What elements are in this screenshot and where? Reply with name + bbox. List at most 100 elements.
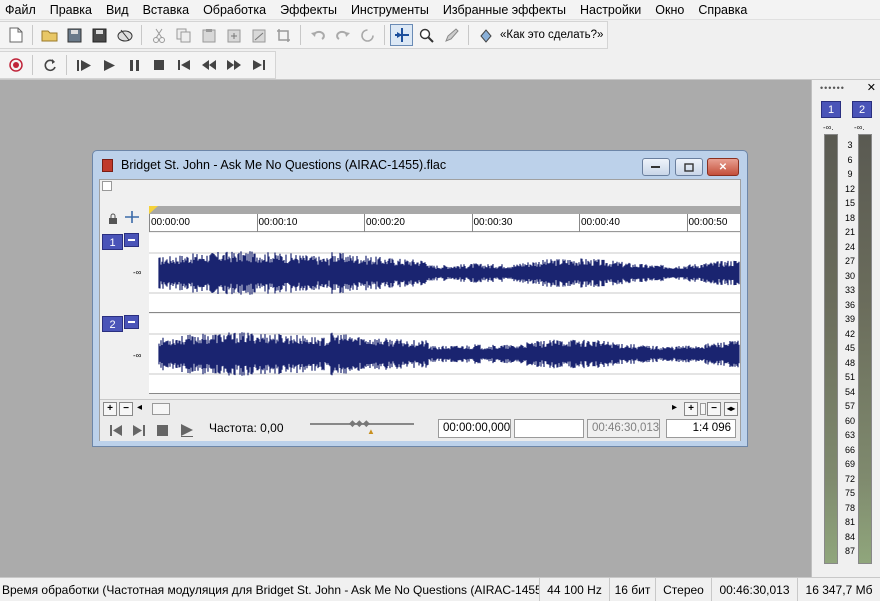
channel-1-button[interactable]: 1 (102, 234, 123, 250)
howto-link[interactable]: «Как это сделать?» (500, 29, 603, 41)
snap-icon[interactable] (124, 210, 140, 227)
time-tick-line (579, 214, 580, 232)
meter-scale-label: 3 (847, 140, 853, 150)
zoom-in-vertical-button[interactable]: + (103, 402, 117, 416)
close-window-button[interactable]: ✕ (707, 158, 739, 176)
time-ruler[interactable]: 00:00:00 00:00:10 00:00:20 00:00:30 00:00:40… (149, 214, 740, 232)
time-tick-line (364, 214, 365, 232)
overview-bar[interactable] (149, 206, 740, 214)
loop-playback-icon[interactable] (38, 54, 61, 76)
pause-icon[interactable] (122, 54, 145, 76)
meter-scale-label: 45 (844, 343, 855, 353)
go-to-start-icon[interactable] (172, 54, 195, 76)
meter-scale-label: 51 (844, 372, 855, 382)
meter-scale-label: 78 (844, 502, 855, 513)
help-howto-icon[interactable] (474, 24, 497, 46)
zoom-fit-button[interactable]: ◂▸ (724, 402, 738, 416)
menu-item[interactable]: Обработка (196, 0, 273, 20)
zoom-in-horizontal-button[interactable]: + (684, 402, 698, 416)
waveform-track-1[interactable] (149, 233, 740, 313)
scroll-right-icon[interactable]: ▸ (672, 402, 677, 413)
play-all-icon[interactable] (72, 54, 95, 76)
playback-rate-label: Частота: 0,00 (209, 421, 284, 435)
go-to-end-icon[interactable] (131, 422, 147, 438)
horizontal-scroll-thumb[interactable] (152, 403, 170, 415)
meter-scale-label: 27 (844, 256, 855, 266)
render-icon[interactable] (113, 24, 136, 46)
scroll-left-icon[interactable]: ◂ (137, 402, 142, 413)
repeat-icon[interactable] (356, 24, 379, 46)
save-icon[interactable] (63, 24, 86, 46)
zoom-out-vertical-button[interactable]: − (119, 402, 133, 416)
channel-2-button[interactable]: 2 (102, 316, 123, 332)
new-file-icon[interactable] (4, 24, 27, 46)
time-tick-label: 00:00:00 (151, 217, 190, 228)
trim-crop-icon[interactable] (272, 24, 295, 46)
menu-item[interactable]: Окно (648, 0, 691, 20)
go-to-end-icon[interactable] (247, 54, 270, 76)
standard-toolbar: «Как это сделать?» (0, 21, 608, 49)
zoom-ratio-field[interactable]: 1:4 096 (666, 419, 736, 438)
document-content: 1 -∞ 2 -∞ 00:00:00 00:00:10 00:00:20 00:00:… (99, 179, 741, 441)
zoom-slider-handle[interactable] (700, 403, 706, 415)
meter-bar-right (858, 134, 872, 564)
menu-item[interactable]: Вставка (136, 0, 196, 20)
undo-icon[interactable] (306, 24, 329, 46)
meter-channel-2-button[interactable]: 2 (852, 101, 872, 118)
close-icon[interactable]: ✕ (867, 81, 876, 94)
copy-icon[interactable] (172, 24, 195, 46)
waveform-track-2[interactable] (149, 314, 740, 394)
save-as-icon[interactable] (88, 24, 111, 46)
toolbar-separator (468, 25, 469, 45)
time-tick-label: 00:00:20 (366, 217, 405, 228)
play-icon[interactable] (97, 54, 120, 76)
waveform-channel-2[interactable] (149, 314, 740, 394)
minimize-button[interactable] (642, 158, 670, 176)
menu-bar: Файл Правка Вид Вставка Обработка Эффекты Инст… (0, 0, 880, 20)
menu-item[interactable]: Инструменты (344, 0, 436, 20)
play-icon[interactable] (179, 422, 195, 438)
channel-1-collapse-button[interactable] (124, 233, 139, 247)
waveform-channel-1[interactable] (149, 233, 740, 313)
channel-2-collapse-button[interactable] (124, 315, 139, 329)
stop-icon[interactable] (154, 422, 170, 438)
toolbar-area: «Как это сделать?» (0, 20, 880, 80)
record-icon[interactable] (4, 54, 27, 76)
open-folder-icon[interactable] (38, 24, 61, 46)
total-length-field: 00:46:30,013 (587, 419, 660, 438)
meter-grip[interactable]: •••••• (820, 83, 845, 93)
edit-tool-icon[interactable] (390, 24, 413, 46)
meter-scale-label: 39 (844, 314, 855, 324)
cut-icon[interactable] (147, 24, 170, 46)
menu-item[interactable]: Справка (691, 0, 754, 20)
document-titlebar[interactable]: Bridget St. John - Ask Me No Questions (… (93, 151, 747, 179)
maximize-button[interactable] (675, 158, 703, 176)
meter-channel-1-button[interactable]: 1 (821, 101, 841, 118)
fast-forward-icon[interactable] (222, 54, 245, 76)
menu-item[interactable]: Избранные эффекты (436, 0, 573, 20)
menu-item[interactable]: Настройки (573, 0, 648, 20)
lock-icon[interactable] (108, 213, 118, 227)
menu-item[interactable]: Правка (43, 0, 99, 20)
scroll-zoom-row: + − ◂ ▸ + − ◂▸ (100, 399, 740, 417)
menu-item[interactable]: Файл (0, 0, 43, 20)
menu-item[interactable]: Эффекты (273, 0, 344, 20)
selection-length-field[interactable] (514, 419, 584, 438)
waveform-path (158, 332, 740, 376)
rewind-icon[interactable] (197, 54, 220, 76)
paste-crossfade-icon[interactable] (247, 24, 270, 46)
meter-scale-label: 12 (844, 183, 855, 194)
meter-bar-left (824, 134, 838, 564)
paste-icon[interactable] (197, 24, 220, 46)
overview-toggle[interactable] (102, 181, 112, 191)
stop-icon[interactable] (147, 54, 170, 76)
file-length-text: 00:46:30,013 (712, 577, 798, 601)
menu-item[interactable]: Вид (99, 0, 136, 20)
cursor-position-field[interactable]: 00:00:00,000 (438, 419, 511, 438)
pencil-tool-icon[interactable] (440, 24, 463, 46)
magnify-tool-icon[interactable] (415, 24, 438, 46)
go-to-start-icon[interactable] (108, 422, 124, 438)
zoom-out-horizontal-button[interactable]: − (707, 402, 721, 416)
redo-icon[interactable] (331, 24, 354, 46)
paste-mix-icon[interactable] (222, 24, 245, 46)
